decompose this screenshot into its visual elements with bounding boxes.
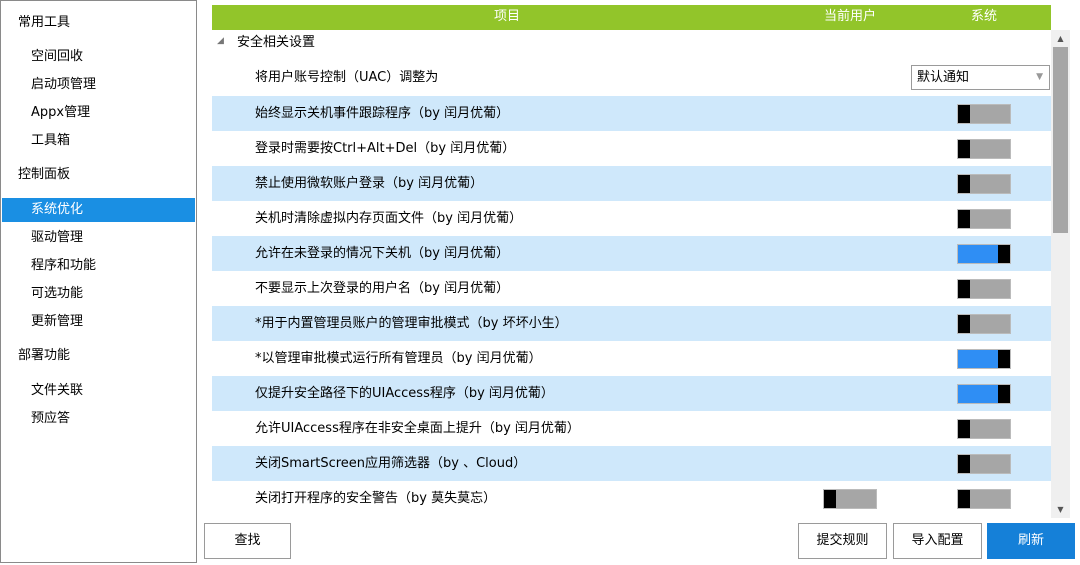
table-row: 不要显示上次登录的用户名（by 闰月优葡） [212, 271, 1051, 306]
table-row: 关闭SmartScreen应用筛选器（by 、Cloud） [212, 446, 1051, 481]
vertical-scrollbar[interactable]: ▲ ▼ [1051, 30, 1070, 518]
scroll-up-icon[interactable]: ▲ [1051, 30, 1070, 47]
system-toggle[interactable] [957, 244, 1011, 264]
column-header-system[interactable]: 系统 [971, 5, 997, 30]
table-header: 项目 当前用户 系统 [212, 5, 1051, 30]
system-toggle[interactable] [957, 104, 1011, 124]
refresh-button[interactable]: 刷新 [987, 523, 1075, 559]
sidebar-group-common-tools: 常用工具 [18, 15, 71, 30]
scrollbar-thumb[interactable] [1053, 47, 1068, 233]
toggle-knob [958, 490, 970, 508]
row-label: *用于内置管理员账户的管理审批模式（by 坏坏小生） [255, 316, 568, 331]
table-row-uac: 将用户账号控制（UAC）调整为 默认通知 ▼ [212, 60, 1051, 95]
table-row: 始终显示关机事件跟踪程序（by 闰月优葡） [212, 96, 1051, 131]
sidebar-item-system-optimize[interactable]: 系统优化 [2, 198, 195, 222]
table-row: 禁止使用微软账户登录（by 闰月优葡） [212, 166, 1051, 201]
section-title: 安全相关设置 [237, 35, 316, 50]
row-label: 登录时需要按Ctrl+Alt+Del（by 闰月优葡） [255, 141, 516, 156]
table-row: *用于内置管理员账户的管理审批模式（by 坏坏小生） [212, 306, 1051, 341]
find-button[interactable]: 查找 [204, 523, 291, 559]
sidebar-item-optional-features[interactable]: 可选功能 [2, 282, 195, 306]
system-toggle[interactable] [957, 489, 1011, 509]
column-header-item[interactable]: 项目 [494, 5, 520, 30]
triangle-collapse-icon[interactable]: ◢ [217, 36, 224, 46]
row-label: *以管理审批模式运行所有管理员（by 闰月优葡） [255, 351, 542, 366]
row-label: 将用户账号控制（UAC）调整为 [255, 70, 439, 85]
row-label: 禁止使用微软账户登录（by 闰月优葡） [255, 176, 484, 191]
import-config-button[interactable]: 导入配置 [893, 523, 982, 559]
toggle-knob [958, 105, 970, 123]
row-label: 关闭SmartScreen应用筛选器（by 、Cloud） [255, 456, 527, 471]
table-row: 仅提升安全路径下的UIAccess程序（by 闰月优葡） [212, 376, 1051, 411]
toggle-knob [958, 175, 970, 193]
toggle-knob [958, 455, 970, 473]
system-toggle[interactable] [957, 174, 1011, 194]
row-label: 始终显示关机事件跟踪程序（by 闰月优葡） [255, 106, 510, 121]
uac-select-value: 默认通知 [917, 70, 970, 85]
toggle-knob [958, 140, 970, 158]
sidebar-item-file-assoc[interactable]: 文件关联 [2, 379, 195, 403]
system-toggle[interactable] [957, 279, 1011, 299]
submit-rules-button[interactable]: 提交规则 [798, 523, 887, 559]
sidebar-item-driver[interactable]: 驱动管理 [2, 226, 195, 250]
sidebar-item-appx[interactable]: Appx管理 [2, 101, 195, 125]
column-header-current-user[interactable]: 当前用户 [824, 5, 876, 30]
settings-list: ◢ 安全相关设置 将用户账号控制（UAC）调整为 默认通知 ▼ 始终显示关机事件… [212, 30, 1051, 518]
sidebar-group-control-panel: 控制面板 [18, 167, 71, 182]
toggle-knob [998, 245, 1010, 263]
system-toggle[interactable] [957, 454, 1011, 474]
system-toggle[interactable] [957, 384, 1011, 404]
sidebar-item-updates[interactable]: 更新管理 [2, 310, 195, 334]
toggle-knob [958, 420, 970, 438]
section-header[interactable]: ◢ 安全相关设置 [212, 30, 1051, 55]
table-row: 关闭打开程序的安全警告（by 莫失莫忘） [212, 481, 1051, 516]
sidebar-item-space-reclaim[interactable]: 空间回收 [2, 45, 195, 69]
sidebar: 常用工具 空间回收 启动项管理 Appx管理 工具箱 控制面板 系统优化 驱动管… [0, 0, 197, 563]
system-toggle[interactable] [957, 139, 1011, 159]
chevron-down-icon: ▼ [1036, 72, 1043, 82]
toggle-knob [998, 350, 1010, 368]
row-label: 允许在未登录的情况下关机（by 闰月优葡） [255, 246, 510, 261]
row-label: 关闭打开程序的安全警告（by 莫失莫忘） [255, 491, 497, 506]
toggle-knob [958, 280, 970, 298]
table-row: 登录时需要按Ctrl+Alt+Del（by 闰月优葡） [212, 131, 1051, 166]
scroll-down-icon[interactable]: ▼ [1051, 501, 1070, 518]
system-toggle[interactable] [957, 209, 1011, 229]
row-label: 仅提升安全路径下的UIAccess程序（by 闰月优葡） [255, 386, 554, 401]
toggle-knob [958, 315, 970, 333]
table-row: 允许在未登录的情况下关机（by 闰月优葡） [212, 236, 1051, 271]
toggle-knob [958, 210, 970, 228]
system-toggle[interactable] [957, 314, 1011, 334]
table-row: 允许UIAccess程序在非安全桌面上提升（by 闰月优葡） [212, 411, 1051, 446]
row-label: 关机时清除虚拟内存页面文件（by 闰月优葡） [255, 211, 523, 226]
table-row: *以管理审批模式运行所有管理员（by 闰月优葡） [212, 341, 1051, 376]
table-row: 关机时清除虚拟内存页面文件（by 闰月优葡） [212, 201, 1051, 236]
sidebar-group-deploy: 部署功能 [18, 348, 71, 363]
row-label: 不要显示上次登录的用户名（by 闰月优葡） [255, 281, 510, 296]
system-toggle[interactable] [957, 349, 1011, 369]
uac-select[interactable]: 默认通知 ▼ [911, 65, 1050, 90]
sidebar-item-programs[interactable]: 程序和功能 [2, 254, 195, 278]
current-user-toggle[interactable] [823, 489, 877, 509]
toggle-knob [998, 385, 1010, 403]
sidebar-item-unattend[interactable]: 预应答 [2, 407, 195, 431]
sidebar-item-toolbox[interactable]: 工具箱 [2, 129, 195, 153]
toggle-knob [824, 490, 836, 508]
row-label: 允许UIAccess程序在非安全桌面上提升（by 闰月优葡） [255, 421, 580, 436]
sidebar-item-startup[interactable]: 启动项管理 [2, 73, 195, 97]
system-toggle[interactable] [957, 419, 1011, 439]
